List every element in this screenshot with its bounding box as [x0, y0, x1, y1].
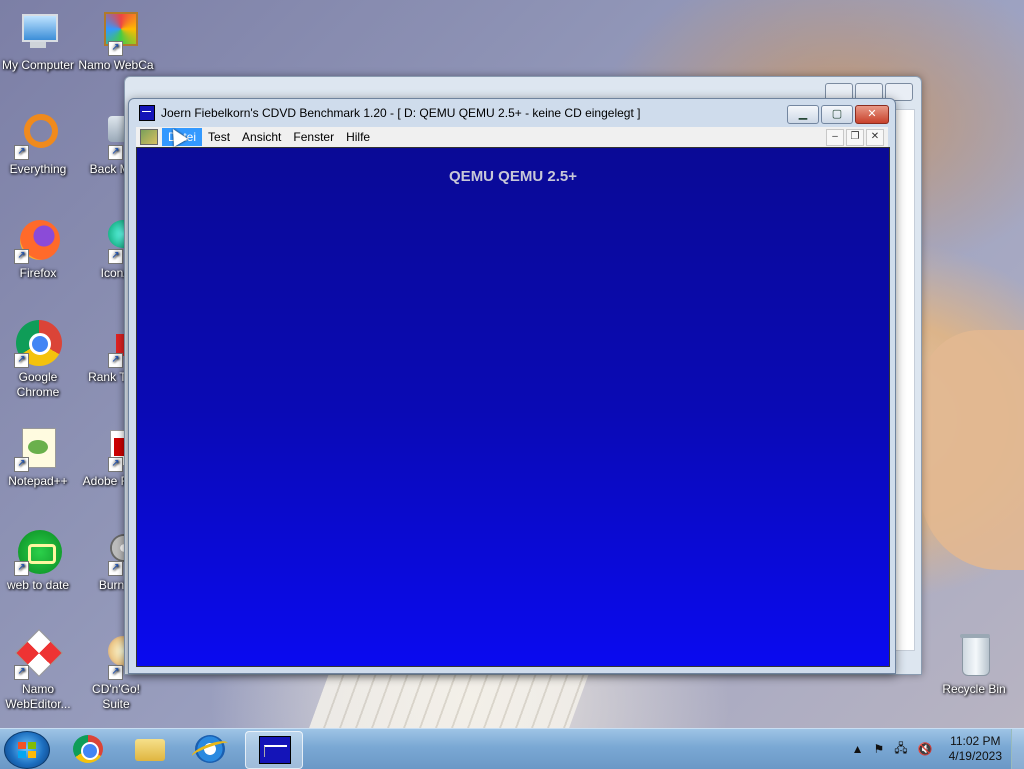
background-window-sidebar — [893, 109, 915, 651]
network-icon[interactable]: 🖧 — [894, 739, 907, 760]
benchmark-client-area[interactable]: QEMU QEMU 2.5+ — [136, 147, 890, 667]
clock[interactable]: 11:02 PM 4/19/2023 — [949, 734, 1002, 764]
minimize-button[interactable]: ▁ — [787, 105, 819, 124]
desktop-icon-recycle-bin[interactable]: Recycle Bin — [936, 632, 1012, 697]
mdi-close-button[interactable]: ✕ — [866, 129, 884, 146]
desktop-icon-google-chrome[interactable]: ↗ Google Chrome — [0, 320, 76, 400]
maximize-icon: ▢ — [831, 108, 843, 120]
shortcut-arrow-icon: ↗ — [14, 353, 29, 368]
taskbar: ▲ ⚑ 🖧 🔇 11:02 PM 4/19/2023 — [0, 728, 1024, 769]
desktop-icon-firefox[interactable]: ↗ Firefox — [0, 216, 76, 281]
desktop-icon-label: Recycle Bin — [942, 682, 1006, 696]
mdi-child-buttons: – ❐ ✕ — [826, 129, 884, 146]
desktop-icon-label: CD'n'Go! Suite — [92, 682, 140, 711]
show-hidden-icons-icon[interactable]: ▲ — [852, 742, 864, 756]
desktop-icon-label: web to date — [6, 578, 70, 592]
firefox-icon: ↗ — [14, 216, 62, 264]
minimize-icon: ▁ — [798, 108, 808, 120]
desktop-icon-everything[interactable]: ↗ Everything — [0, 112, 76, 177]
namo-webeditor-icon: ↗ — [14, 628, 64, 680]
window-title: Joern Fiebelkorn's CDVD Benchmark 1.20 -… — [161, 106, 641, 120]
shortcut-arrow-icon: ↗ — [108, 457, 123, 472]
benchmark-app-icon[interactable] — [139, 105, 155, 121]
desktop-icon-label: Namo WebCa — [78, 58, 154, 72]
desktop-icon-label: Firefox — [19, 266, 57, 280]
clock-time: 11:02 PM — [950, 734, 1001, 748]
chrome-icon: ↗ — [14, 320, 62, 368]
shortcut-arrow-icon: ↗ — [108, 145, 123, 160]
shortcut-arrow-icon: ↗ — [108, 249, 123, 264]
close-icon: ✕ — [867, 108, 877, 120]
desktop-icon-label: My Computer — [1, 58, 75, 72]
notepad-plus-plus-icon: ↗ — [14, 424, 62, 472]
shortcut-arrow-icon: ↗ — [14, 457, 29, 472]
taskbar-app-explorer[interactable] — [122, 731, 178, 767]
internet-explorer-icon — [195, 735, 225, 763]
everything-icon: ↗ — [14, 112, 62, 160]
close-icon: ✕ — [870, 131, 880, 142]
menu-bar: Datei Test Ansicht Fenster Hilfe – ❐ ✕ — [136, 127, 888, 147]
desktop-icon-namo-webcanvas[interactable]: ↗ Namo WebCa — [78, 8, 154, 73]
start-button[interactable] — [4, 731, 50, 769]
action-center-flag-icon[interactable]: ⚑ — [874, 742, 885, 756]
shortcut-arrow-icon: ↗ — [14, 665, 29, 680]
folder-icon — [135, 739, 165, 761]
shortcut-arrow-icon: ↗ — [14, 145, 29, 160]
wallpaper-arm — [920, 330, 1024, 570]
window-titlebar[interactable]: Joern Fiebelkorn's CDVD Benchmark 1.20 -… — [129, 99, 895, 127]
volume-muted-icon[interactable]: 🔇 — [918, 742, 933, 756]
drive-name-heading: QEMU QEMU 2.5+ — [449, 168, 577, 185]
wallpaper-keyboard — [309, 668, 591, 728]
desktop-icon-my-computer[interactable]: My Computer — [0, 8, 76, 73]
clock-date: 4/19/2023 — [948, 749, 1002, 763]
window-caption-buttons: ▁ ▢ ✕ — [787, 105, 889, 124]
taskbar-app-chrome[interactable] — [60, 731, 116, 767]
namo-webcanvas-icon: ↗ — [92, 8, 140, 56]
close-button[interactable]: ✕ — [855, 105, 889, 124]
shortcut-arrow-icon: ↗ — [108, 41, 123, 56]
web-to-date-icon: ↗ — [14, 528, 62, 576]
restore-icon: ❐ — [850, 131, 860, 142]
menu-test[interactable]: Test — [202, 128, 236, 146]
shortcut-arrow-icon: ↗ — [14, 249, 29, 264]
show-desktop-button[interactable] — [1011, 729, 1024, 769]
desktop-icon-label: Namo WebEditor... — [5, 682, 71, 711]
system-tray: ▲ ⚑ 🖧 🔇 11:02 PM 4/19/2023 — [852, 729, 1012, 769]
menu-hilfe[interactable]: Hilfe — [340, 128, 376, 146]
shortcut-arrow-icon: ↗ — [108, 665, 123, 680]
mdi-minimize-button[interactable]: – — [826, 129, 844, 146]
mdi-restore-button[interactable]: ❐ — [846, 129, 864, 146]
menu-fenster[interactable]: Fenster — [287, 128, 340, 146]
shortcut-arrow-icon: ↗ — [108, 561, 123, 576]
desktop-icon-namo-webeditor[interactable]: ↗ Namo WebEditor... — [0, 628, 76, 712]
taskbar-app-benchmark[interactable] — [245, 731, 303, 769]
taskbar-app-internet-explorer[interactable] — [182, 731, 238, 767]
chrome-icon — [73, 735, 103, 763]
desktop-icon-label: Google Chrome — [16, 370, 60, 399]
desktop-icon-notepad-plus-plus[interactable]: ↗ Notepad++ — [0, 424, 76, 489]
computer-icon — [14, 8, 62, 56]
desktop-icon-web-to-date[interactable]: ↗ web to date — [0, 528, 76, 593]
recycle-bin-icon — [950, 632, 998, 680]
benchmark-icon — [259, 736, 291, 764]
shortcut-arrow-icon: ↗ — [14, 561, 29, 576]
minimize-icon: – — [832, 131, 838, 142]
cdvd-benchmark-window[interactable]: Joern Fiebelkorn's CDVD Benchmark 1.20 -… — [128, 98, 896, 674]
maximize-button[interactable]: ▢ — [821, 105, 853, 124]
document-system-icon[interactable] — [140, 129, 158, 145]
menu-ansicht[interactable]: Ansicht — [236, 128, 287, 146]
shortcut-arrow-icon: ↗ — [108, 353, 123, 368]
desktop-icon-label: Everything — [9, 162, 67, 176]
desktop-icon-label: Notepad++ — [8, 474, 68, 488]
windows-logo-icon — [18, 742, 36, 758]
